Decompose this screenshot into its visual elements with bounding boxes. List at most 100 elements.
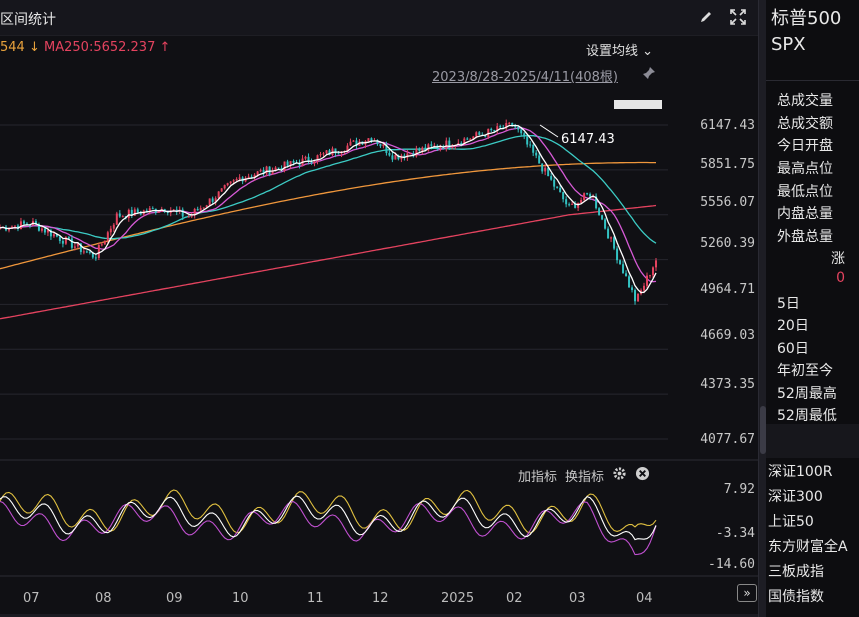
pin-icon[interactable]	[641, 65, 657, 85]
chart-toolbar: 区间统计	[0, 0, 758, 36]
candle-body	[136, 209, 139, 213]
candle-body	[352, 140, 355, 142]
stat-label: 今日开盘	[777, 138, 833, 154]
candle-body	[19, 221, 22, 230]
candle-body	[67, 237, 70, 239]
indicator-axis-label: -14.60	[708, 557, 755, 572]
price-axis-label: 6147.43	[700, 118, 755, 133]
related-index-item[interactable]: 东方财富全A	[768, 536, 848, 556]
related-index-item[interactable]: 三板成指	[768, 561, 824, 581]
candle-body	[22, 221, 25, 224]
add-indicator-button[interactable]: 加指标	[518, 466, 557, 485]
divider	[766, 80, 859, 81]
candle-body	[187, 216, 190, 218]
related-index-header	[766, 424, 859, 458]
period-label: 20日	[777, 318, 809, 334]
candle-body	[577, 202, 580, 208]
ma250-line	[0, 204, 657, 320]
expand-panel-button[interactable]: »	[737, 584, 757, 602]
candle-body	[583, 193, 586, 200]
candle-body	[541, 163, 544, 172]
candle-body	[655, 260, 657, 268]
gear-icon[interactable]	[612, 466, 627, 485]
candle-body	[490, 128, 493, 131]
candle-body	[235, 178, 238, 181]
candle-body	[631, 287, 634, 291]
candle-body	[61, 240, 64, 244]
ma-settings-dropdown[interactable]: 设置均线 ⌄	[586, 40, 653, 59]
candle-body	[607, 228, 610, 239]
price-axis-label: 4373.35	[700, 377, 755, 392]
candle-body	[532, 144, 535, 153]
candle-body	[94, 257, 97, 259]
candle-body	[82, 251, 85, 253]
date-range-label[interactable]: 2023/8/28-2025/4/11(408根)	[432, 66, 618, 85]
draw-pen-icon[interactable]	[696, 7, 716, 27]
close-icon[interactable]	[635, 466, 650, 485]
candle-body	[634, 290, 637, 302]
period-label: 60日	[777, 341, 809, 357]
candle-body	[109, 228, 112, 233]
candle-body	[127, 209, 130, 219]
candle-body	[310, 161, 313, 164]
ma-settings-label: 设置均线	[586, 44, 639, 59]
candle-body	[112, 224, 115, 229]
candle-body	[115, 213, 118, 225]
candle-body	[652, 267, 655, 276]
candle-body	[571, 203, 574, 205]
month-label: 12	[372, 591, 389, 606]
stat-label: 最低点位	[777, 184, 833, 200]
candle-body	[319, 154, 322, 156]
ma250-value: MA250:5652.237	[44, 40, 156, 55]
indicator-axis-label: 7.92	[723, 482, 755, 497]
candle-body	[43, 228, 46, 233]
candle-body	[520, 129, 523, 134]
candle-body	[100, 244, 103, 246]
related-index-item[interactable]: 国债指数	[768, 586, 824, 606]
index-name: 标普500	[771, 8, 842, 29]
candle-body	[151, 208, 154, 210]
ma250-arrow: ↑	[159, 40, 171, 55]
kline-chart[interactable]: 6147.43 544 ↓ MA250:5652.237 ↑ 设置均线 ⌄ 20…	[0, 36, 758, 617]
month-label: 11	[307, 591, 324, 606]
indicator-axis-label: -3.34	[715, 526, 755, 541]
candle-body	[229, 181, 232, 184]
candle-body	[613, 237, 616, 249]
candle-body	[52, 234, 55, 237]
candle-body	[256, 171, 259, 175]
month-label: 07	[23, 591, 40, 606]
candle-body	[493, 130, 496, 132]
related-index-item[interactable]: 上证50	[768, 511, 814, 531]
index-code: SPX	[771, 34, 806, 55]
candle-body	[223, 185, 226, 189]
panel-scrollbar[interactable]	[758, 0, 766, 617]
candle-body	[559, 187, 562, 193]
candle-body	[565, 199, 568, 205]
candle-body	[181, 209, 184, 217]
related-index-item[interactable]: 深证100R	[768, 461, 832, 481]
ma5-line	[0, 124, 657, 294]
month-label: 08	[95, 591, 112, 606]
candle-body	[514, 126, 517, 128]
candle-body	[277, 167, 280, 169]
index-name-panel: 标普500 SPX	[771, 6, 841, 58]
change-label: 涨	[831, 251, 845, 267]
interval-stats-title[interactable]: 区间统计	[0, 9, 56, 29]
month-label: 04	[636, 591, 653, 606]
related-index-item[interactable]: 深证300	[768, 486, 823, 506]
candle-body	[466, 138, 469, 140]
candle-body	[292, 161, 295, 163]
candle-body	[391, 155, 394, 160]
switch-indicator-button[interactable]: 换指标	[565, 466, 604, 485]
fullscreen-icon[interactable]	[728, 7, 748, 27]
month-label: 10	[232, 591, 249, 606]
candle-body	[523, 133, 526, 137]
candle-body	[259, 170, 262, 172]
candle-body	[217, 191, 220, 199]
month-label: 09	[166, 591, 183, 606]
chart-canvas[interactable]: 6147.43	[0, 36, 758, 617]
candle-body	[121, 216, 124, 218]
candle-body	[247, 176, 250, 178]
candle-body	[268, 166, 271, 175]
candle-body	[517, 126, 520, 130]
